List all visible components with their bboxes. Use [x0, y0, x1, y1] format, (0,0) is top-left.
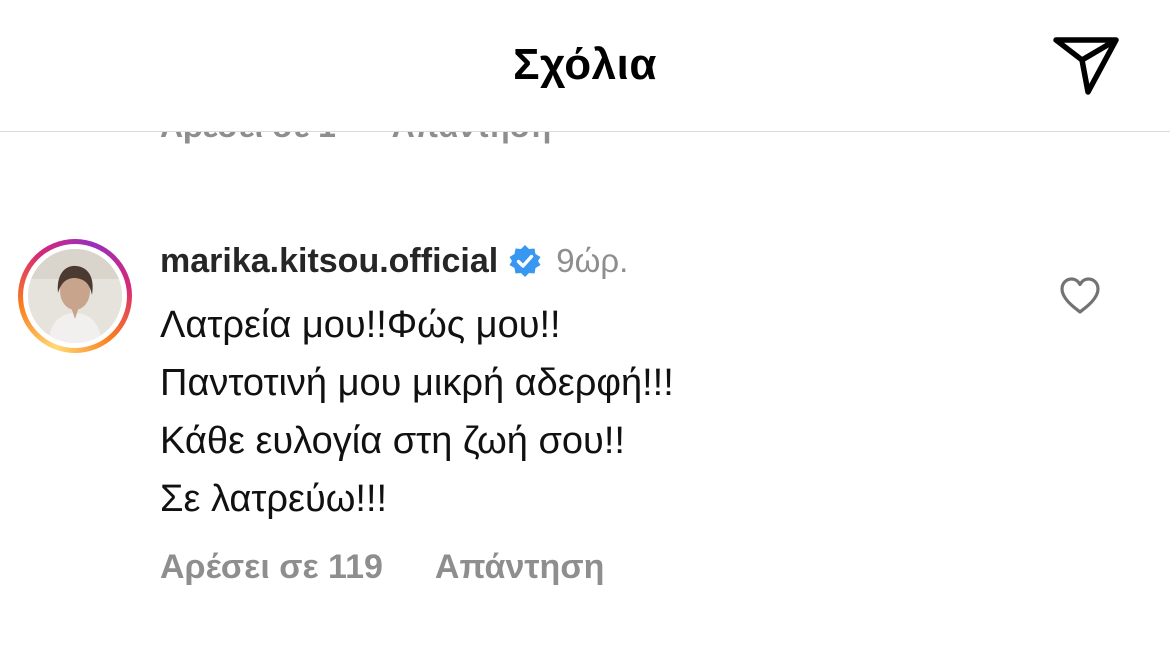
- reply-button[interactable]: Απάντηση: [435, 548, 604, 587]
- paper-plane-icon: [1053, 37, 1119, 95]
- comment-line: Σε λατρεύω!!!: [160, 478, 388, 520]
- like-button[interactable]: [1058, 276, 1102, 316]
- comment-time: 9ώρ.: [556, 242, 629, 279]
- heart-outline-icon: [1060, 277, 1100, 314]
- avatar[interactable]: [18, 239, 132, 353]
- profile-photo: [28, 249, 122, 343]
- comment-line: Λατρεία μου!!Φώς μου!!: [160, 304, 561, 346]
- comment-text: Λατρεία μου!!Φώς μου!! Παντοτινή μου μικ…: [160, 296, 674, 528]
- likes-count[interactable]: Αρέσει σε 119: [160, 548, 383, 587]
- send-button[interactable]: [1050, 34, 1122, 98]
- comment-line: Παντοτινή μου μικρή αδερφή!!!: [160, 362, 674, 404]
- header: Σχόλια: [0, 0, 1170, 132]
- username[interactable]: marika.kitsou.official: [160, 242, 498, 281]
- comment-actions: Αρέσει σε 119 Απάντηση: [160, 548, 604, 587]
- verified-badge-icon: [508, 244, 542, 278]
- comment-line: Κάθε ευλογία στη ζωή σου!!: [160, 420, 625, 462]
- comment-header: marika.kitsou.official 9ώρ.: [160, 241, 628, 281]
- page-title: Σχόλια: [513, 40, 657, 89]
